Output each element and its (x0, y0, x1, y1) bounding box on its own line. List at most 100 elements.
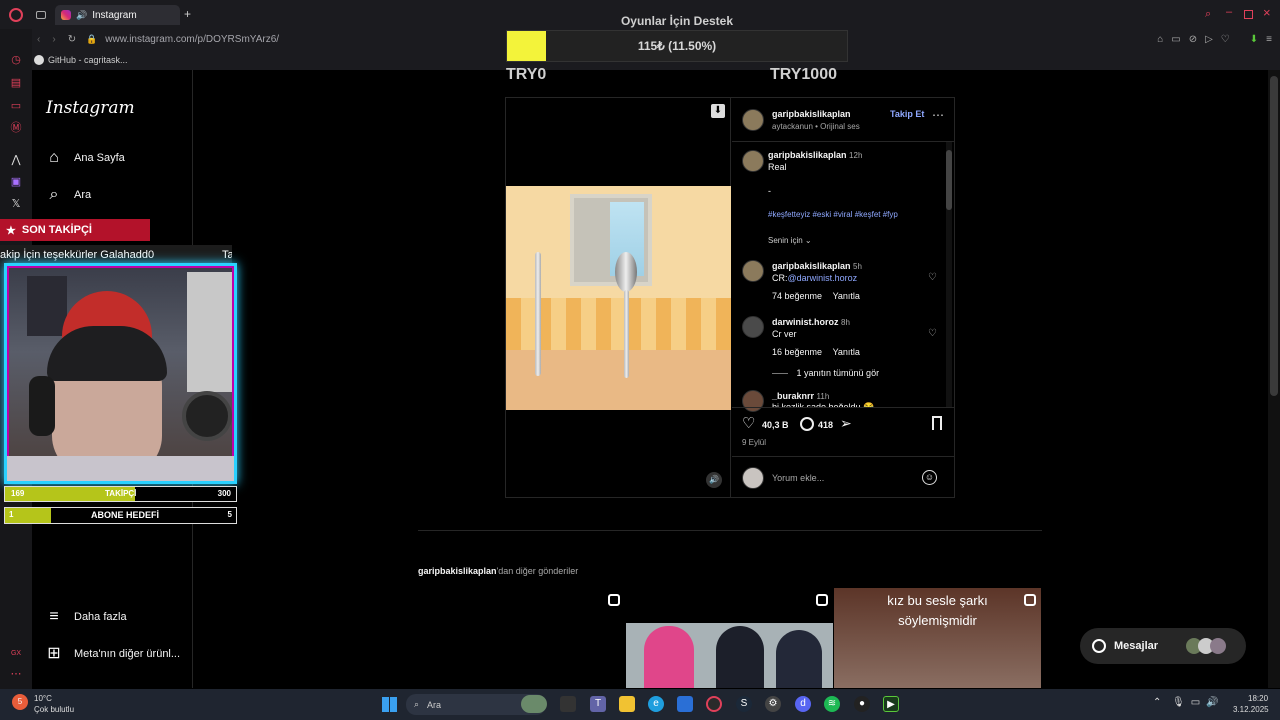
history-icon[interactable]: ◷ (9, 53, 23, 67)
comment-count[interactable]: 418 (818, 420, 833, 430)
comment-avatar[interactable] (742, 316, 764, 338)
nav-home[interactable]: ⌂ Ana Sayfa (46, 150, 125, 166)
for-you-label[interactable]: Senin için ⌄ (768, 236, 812, 245)
comments-scrollbar[interactable] (946, 142, 952, 407)
thumbnail-2[interactable] (626, 588, 833, 688)
heart-icon[interactable]: ♡ (928, 273, 938, 283)
opera-gx-icon[interactable] (706, 696, 722, 712)
page-scrollbar[interactable] (1268, 70, 1280, 688)
volume-icon[interactable]: 🔊 (706, 472, 722, 488)
more-icon[interactable]: ⋯ (9, 667, 23, 681)
search-icon[interactable]: ⌕ (1205, 8, 1211, 21)
caption-author[interactable]: garipbakislikaplan (768, 150, 847, 160)
tab-instagram[interactable]: 🔊 Instagram (55, 5, 180, 25)
gx-icon[interactable]: GX (9, 647, 23, 661)
scroll-thumb[interactable] (946, 150, 952, 210)
download-icon[interactable]: ⬇ (711, 104, 725, 118)
author-name[interactable]: garipbakislikaplan (772, 109, 851, 119)
comment-time: 5h (853, 262, 862, 271)
nav-more[interactable]: ≡ Daha fazla (46, 609, 126, 625)
extensions-icons[interactable]: ⌂▭⊘▷♡ (1157, 34, 1238, 45)
close-button[interactable]: × (1263, 5, 1271, 20)
comment-avatar[interactable] (742, 390, 764, 412)
task-view-icon[interactable] (560, 696, 576, 712)
caption-avatar[interactable] (742, 150, 764, 172)
comment-mention[interactable]: @darwinist.horoz (788, 273, 858, 283)
bag-icon[interactable]: ▤ (9, 76, 23, 90)
audio-label[interactable]: aytackanun • Orijinal ses (772, 122, 860, 131)
comment-reply[interactable]: Yanıtla (833, 291, 860, 301)
comment-user[interactable]: darwinist.horoz (772, 317, 839, 327)
comment-user[interactable]: _buraknrr (772, 391, 814, 401)
speaker-icon[interactable]: 🔊 (76, 10, 87, 21)
emoji-icon[interactable]: ☺ (922, 470, 937, 485)
comment-icon[interactable] (800, 417, 814, 431)
comment-likes[interactable]: 16 beğenme (772, 347, 822, 357)
edge-icon[interactable]: e (648, 696, 664, 712)
opera-logo-icon[interactable] (9, 8, 23, 22)
tray-chevron-icon[interactable]: ⌃ (1153, 697, 1161, 708)
messages-button[interactable]: Mesajlar (1080, 628, 1246, 664)
more-options-icon[interactable]: ⋯ (932, 108, 944, 122)
comment-likes[interactable]: 74 beğenme (772, 291, 822, 301)
m-icon[interactable]: Ⓜ (9, 121, 23, 135)
like-button[interactable]: ♡ (742, 416, 755, 431)
store-icon[interactable] (677, 696, 693, 712)
hashtags[interactable]: #keşfetteyiz #eski #viral #keşfet #fyp (768, 210, 898, 219)
comment-header: garipbakislikaplan 5h (772, 261, 862, 271)
url-field[interactable]: www.instagram.com/p/DOYRSmYArz6/ (105, 34, 279, 45)
tab-switcher-icon[interactable] (36, 11, 46, 19)
comment-avatar[interactable] (742, 260, 764, 282)
scroll-thumb[interactable] (1270, 76, 1278, 396)
clock-time[interactable]: 18:20 (1248, 694, 1268, 703)
webcam-feed (4, 263, 237, 484)
more-posts-author[interactable]: garipbakislikaplan (418, 566, 497, 576)
download-icon[interactable]: ⬇ (1250, 34, 1258, 45)
bookmark-icon[interactable] (932, 416, 942, 430)
nav-meta[interactable]: ⊞ Meta'nın diğer ürünl... (46, 646, 180, 662)
settings-icon[interactable]: ⚙ (765, 696, 781, 712)
obs-icon[interactable]: ● (854, 696, 870, 712)
author-avatar[interactable] (742, 109, 764, 131)
terminal-icon[interactable]: ▶ (883, 696, 899, 712)
chat-icon[interactable]: ▭ (9, 99, 23, 113)
bookmark-github[interactable]: GitHub - cagritask... (48, 55, 128, 65)
arrow-icon[interactable]: ⋀ (9, 153, 23, 167)
comment-reply[interactable]: Yanıtla (833, 347, 860, 357)
share-icon[interactable]: ➢ (840, 415, 852, 432)
back-icon[interactable]: ‹ (37, 34, 40, 45)
like-count[interactable]: 40,3 B (762, 420, 789, 430)
spotify-icon[interactable]: ≋ (824, 696, 840, 712)
comment-input[interactable]: Yorum ekle... (772, 473, 824, 483)
maximize-button[interactable] (1244, 10, 1253, 19)
ticker-tail: Ta (222, 249, 232, 261)
weather-temp[interactable]: 10°C (34, 694, 52, 703)
weather-desc[interactable]: Çok bulutlu (34, 705, 74, 714)
minimize-button[interactable]: – (1226, 6, 1232, 18)
forward-icon[interactable]: › (52, 34, 55, 45)
nav-search[interactable]: ⌕ Ara (46, 187, 92, 203)
x-icon[interactable]: 𝕏 (9, 197, 23, 211)
clock-date[interactable]: 3.12.2025 (1233, 705, 1269, 714)
thumbnail-1[interactable] (418, 588, 625, 688)
tray-icons[interactable]: 🎙▭🔊 (1172, 697, 1225, 708)
reload-icon[interactable]: ↻ (68, 34, 76, 45)
widgets-icon[interactable] (521, 695, 547, 713)
view-replies[interactable]: 1 yanıtın tümünü gör (772, 368, 879, 378)
start-button[interactable] (382, 697, 397, 712)
teams-icon[interactable]: T (590, 696, 606, 712)
steam-icon[interactable]: S (736, 696, 752, 712)
thumbnail-3[interactable]: kız bu sesle şarkı söylemişmidir (834, 588, 1041, 688)
discord-icon[interactable]: d (795, 696, 811, 712)
video-frame[interactable] (506, 186, 731, 410)
post-media[interactable]: ⬇ 🔊 (506, 98, 731, 497)
twitch-icon[interactable]: ▣ (9, 175, 23, 189)
follow-button[interactable]: Takip Et (890, 109, 924, 119)
instagram-logo[interactable]: Instagram (46, 98, 135, 118)
file-explorer-icon[interactable] (619, 696, 635, 712)
menu-icon[interactable]: ≡ (1266, 34, 1272, 45)
new-tab-button[interactable]: + (184, 7, 191, 21)
comment-user[interactable]: garipbakislikaplan (772, 261, 851, 271)
weather-icon[interactable]: 5 (12, 694, 28, 710)
heart-icon[interactable]: ♡ (928, 329, 938, 339)
